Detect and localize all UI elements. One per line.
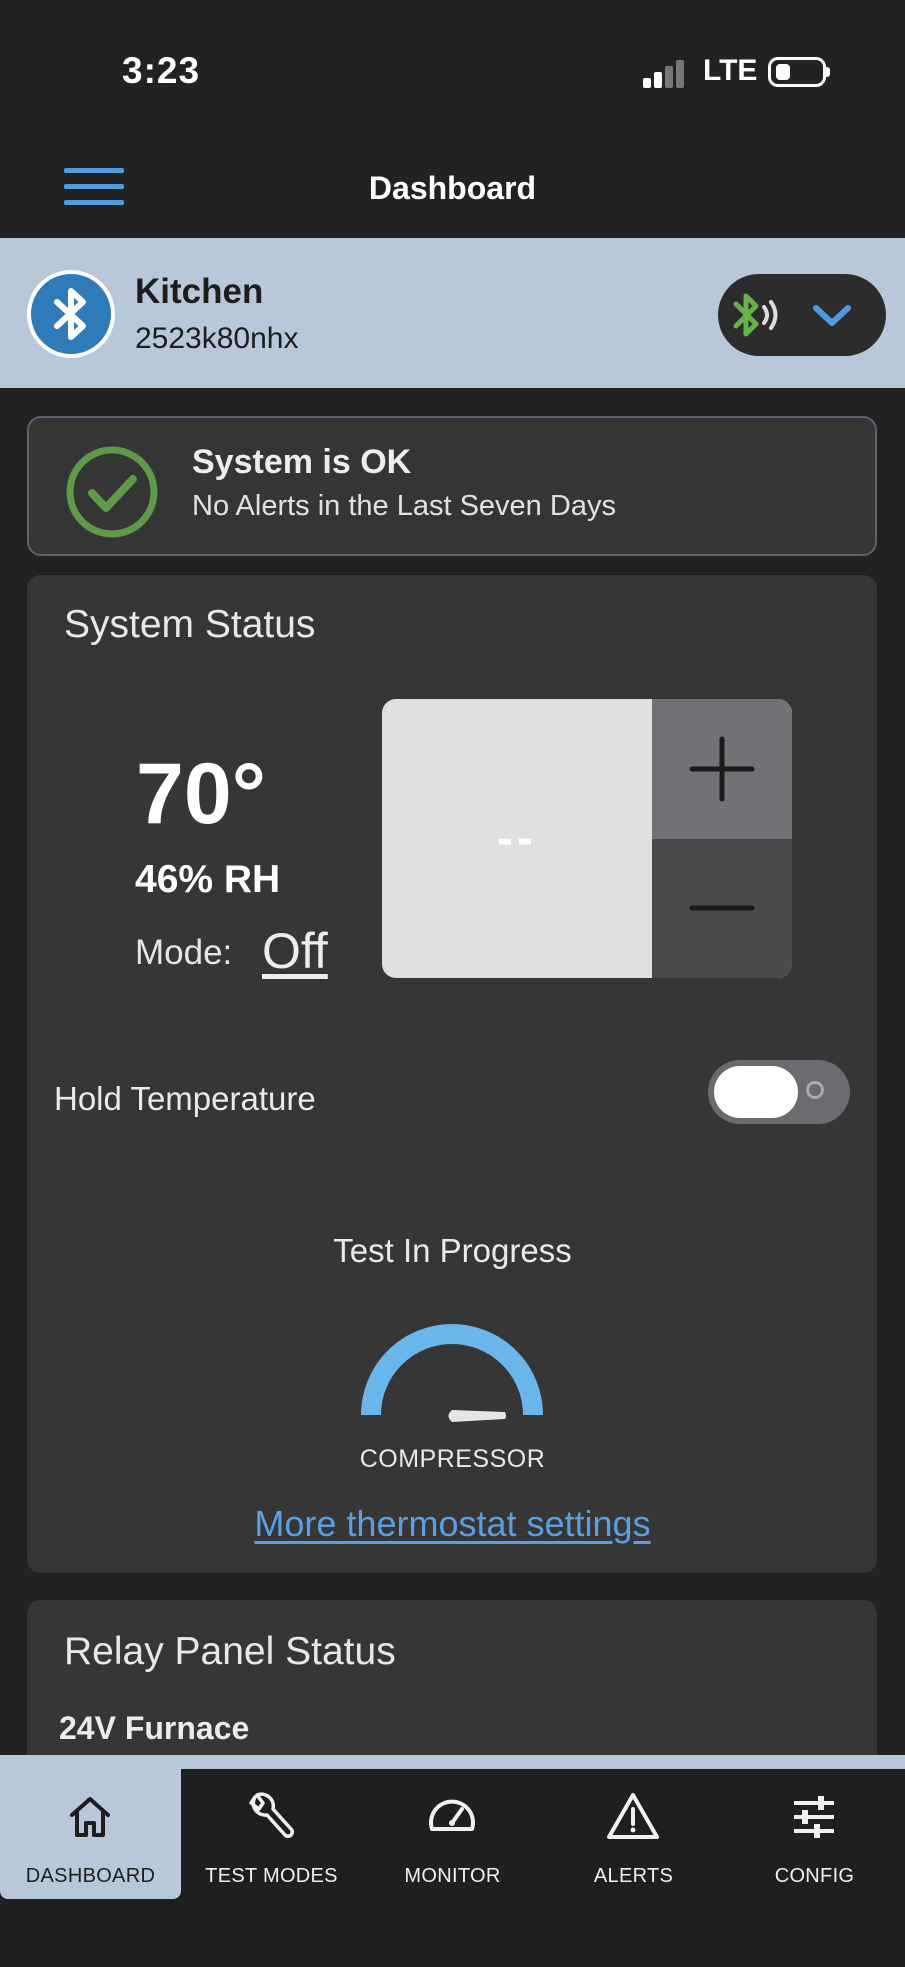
bluetooth-icon — [27, 270, 115, 358]
nav-dashboard[interactable]: DASHBOARD — [0, 1769, 181, 1899]
battery-nub — [826, 67, 830, 77]
device-selector-button[interactable] — [718, 274, 886, 356]
system-ok-title: System is OK — [192, 443, 412, 481]
gauge-label: COMPRESSOR — [359, 1445, 546, 1473]
setpoint-control: -- — [382, 699, 792, 978]
device-name: Kitchen — [135, 272, 264, 311]
compressor-gauge — [357, 1320, 547, 1428]
relay-panel-title: Relay Panel Status — [64, 1630, 396, 1673]
warning-icon — [607, 1793, 659, 1839]
check-circle-icon — [64, 444, 160, 540]
nav-alerts[interactable]: ALERTS — [543, 1769, 724, 1897]
increase-setpoint-button[interactable] — [652, 699, 792, 839]
hold-temperature-label: Hold Temperature — [54, 1080, 316, 1117]
nav-monitor[interactable]: MONITOR — [362, 1769, 543, 1897]
network-type: LTE — [703, 54, 758, 87]
device-id: 2523k80nhx — [135, 322, 299, 355]
test-progress-text: Test In Progress — [333, 1232, 572, 1269]
cellular-signal-icon — [643, 58, 687, 88]
system-ok-subtitle: No Alerts in the Last Seven Days — [192, 490, 616, 522]
system-status-title: System Status — [64, 603, 316, 646]
status-time: 3:23 — [122, 50, 201, 91]
nav-label: DASHBOARD — [25, 1865, 156, 1887]
home-icon — [70, 1797, 110, 1837]
chevron-down-icon — [813, 305, 851, 326]
sliders-icon — [794, 1796, 834, 1838]
wrench-icon — [249, 1792, 294, 1838]
current-temperature: 70° — [136, 746, 267, 842]
nav-test-modes[interactable]: TEST MODES — [181, 1769, 362, 1897]
bluetooth-signal-icon — [733, 293, 778, 337]
speedometer-icon — [429, 1799, 475, 1831]
decrease-setpoint-button[interactable] — [652, 839, 792, 978]
page-title: Dashboard — [368, 170, 537, 206]
nav-label: TEST MODES — [205, 1865, 338, 1887]
setpoint-display: -- — [497, 812, 537, 865]
battery-icon — [768, 57, 826, 87]
nav-config[interactable]: CONFIG — [724, 1769, 905, 1897]
hold-temperature-toggle[interactable] — [708, 1060, 850, 1124]
more-thermostat-settings-link[interactable]: More thermostat settings — [0, 1503, 905, 1545]
toggle-knob — [714, 1066, 798, 1118]
plus-icon — [689, 736, 755, 802]
nav-label: ALERTS — [593, 1865, 674, 1887]
humidity-value: 46% RH — [135, 858, 281, 901]
nav-divider — [0, 1755, 905, 1769]
nav-label: MONITOR — [404, 1865, 501, 1887]
toggle-off-indicator — [806, 1081, 824, 1099]
relay-item: 24V Furnace — [59, 1710, 250, 1746]
minus-icon — [689, 905, 755, 911]
nav-label: CONFIG — [774, 1865, 855, 1887]
mode-label: Mode: — [135, 933, 233, 972]
mode-selector[interactable]: Off — [262, 922, 328, 980]
